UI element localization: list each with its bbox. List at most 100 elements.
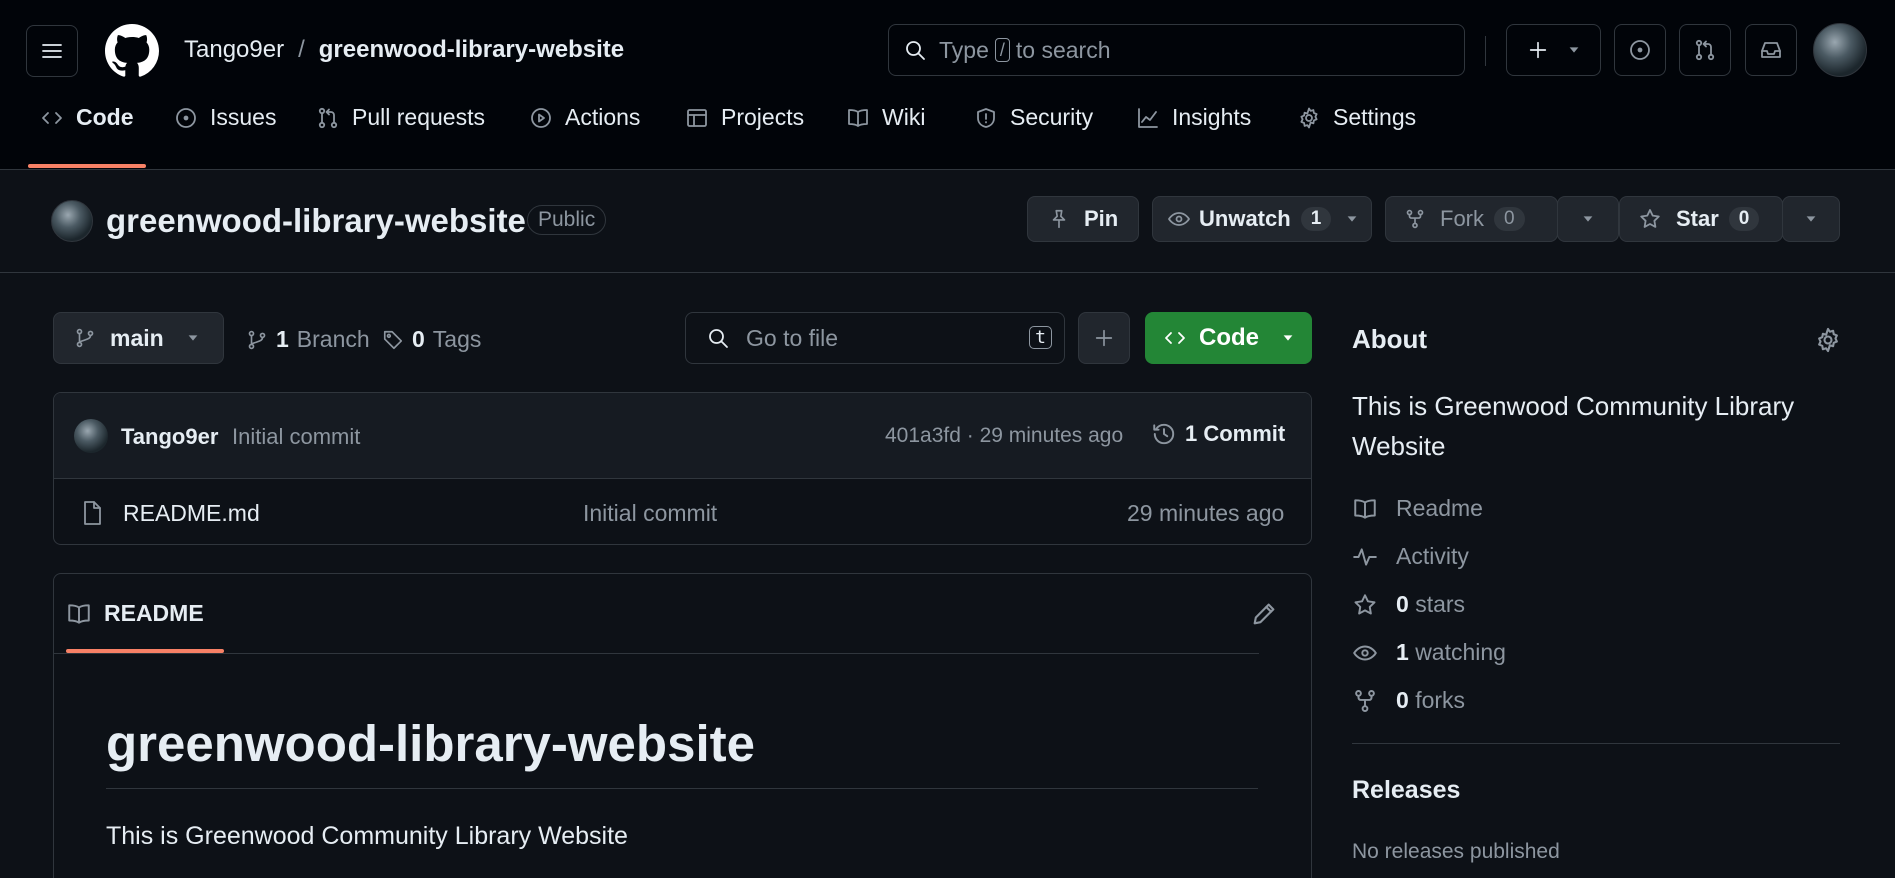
tab-wiki-label: Wiki: [882, 104, 926, 130]
star-label: Star: [1676, 206, 1719, 231]
pencil-icon[interactable]: [1250, 600, 1278, 628]
go-to-file-placeholder: Go to file: [746, 324, 839, 351]
star-count: 0: [1728, 207, 1760, 231]
search-prefix: Type: [939, 36, 989, 63]
readme-divider: [54, 653, 1259, 654]
tab-issues[interactable]: Issues: [174, 104, 276, 131]
file-list: Tango9er Initial commit 401a3fd · 29 min…: [53, 392, 1312, 545]
code-dropdown-button[interactable]: Code: [1145, 312, 1312, 364]
watching-link[interactable]: 1 watching: [1352, 639, 1506, 666]
activity-link[interactable]: Activity: [1352, 543, 1469, 570]
git-branch-icon: [76, 328, 94, 348]
watching-count: 1: [1396, 639, 1409, 665]
readme-link[interactable]: Readme: [1352, 495, 1483, 522]
search-icon: [709, 329, 728, 348]
commit-author[interactable]: Tango9er: [121, 424, 218, 450]
stars-link[interactable]: 0 stars: [1352, 591, 1465, 618]
search-input[interactable]: Type / to search: [888, 24, 1465, 76]
graph-icon: [1138, 107, 1158, 128]
tab-pull-requests-label: Pull requests: [352, 104, 485, 130]
search-suffix: to search: [1015, 36, 1111, 63]
file-commit-message[interactable]: Initial commit: [583, 500, 717, 527]
fork-button[interactable]: Fork 0: [1385, 196, 1558, 242]
create-new-button[interactable]: [1506, 24, 1601, 76]
tab-code-label: Code: [76, 104, 134, 130]
tab-pull-requests[interactable]: Pull requests: [316, 104, 485, 131]
branches-count: 1: [276, 326, 289, 352]
fork-dropdown-button[interactable]: [1557, 196, 1619, 242]
pin-icon: [1052, 209, 1066, 229]
tab-projects[interactable]: Projects: [685, 104, 804, 131]
gear-icon[interactable]: [1814, 326, 1842, 354]
readme-heading: greenwood-library-website: [106, 715, 755, 772]
book-icon: [1354, 498, 1376, 519]
book-icon: [68, 603, 90, 624]
branch-selector[interactable]: main: [53, 312, 224, 364]
unwatch-button[interactable]: Unwatch 1: [1152, 196, 1372, 242]
issue-opened-icon: [1630, 40, 1650, 60]
add-file-button[interactable]: [1078, 312, 1130, 364]
branches-link[interactable]: 1 Branch: [246, 326, 370, 353]
tab-issues-label: Issues: [210, 104, 277, 130]
releases-title[interactable]: Releases: [1352, 776, 1460, 805]
commit-message[interactable]: Initial commit: [232, 424, 360, 450]
commits-count-label: 1 Commit: [1185, 421, 1286, 446]
tab-actions[interactable]: Actions: [529, 104, 640, 131]
forks-count: 0: [1396, 687, 1409, 713]
unwatch-label: Unwatch: [1199, 206, 1291, 231]
commits-link[interactable]: 1 Commit: [1151, 421, 1285, 447]
breadcrumb-owner[interactable]: Tango9er: [184, 36, 284, 64]
book-icon: [848, 108, 868, 127]
triangle-down-icon: [1806, 216, 1816, 222]
forks-link[interactable]: 0 forks: [1352, 687, 1465, 714]
pin-button[interactable]: Pin: [1027, 196, 1139, 242]
tags-link[interactable]: 0 Tags: [382, 326, 481, 353]
tab-code[interactable]: Code: [40, 104, 134, 131]
github-logo-icon: [105, 24, 159, 77]
repo-owner-avatar[interactable]: [51, 200, 93, 242]
issues-button[interactable]: [1614, 24, 1666, 76]
commit-author-avatar[interactable]: [74, 419, 108, 453]
inbox-button[interactable]: [1745, 24, 1797, 76]
file-name[interactable]: README.md: [123, 500, 260, 527]
header-divider-line: [0, 272, 1895, 273]
git-branch-icon: [248, 330, 266, 349]
branches-label: Branch: [296, 326, 370, 352]
branch-name: main: [110, 324, 164, 351]
go-to-file-input[interactable]: Go to file t: [685, 312, 1065, 364]
star-dropdown-button[interactable]: [1782, 196, 1840, 242]
history-icon: [1153, 423, 1175, 445]
code-button-label: Code: [1199, 324, 1259, 351]
breadcrumb-repo[interactable]: greenwood-library-website: [319, 36, 624, 64]
tab-settings[interactable]: Settings: [1297, 104, 1416, 131]
breadcrumb: Tango9er / greenwood-library-website: [184, 36, 624, 64]
user-avatar[interactable]: [1813, 23, 1867, 77]
search-icon: [906, 41, 925, 60]
activity-link-label: Activity: [1396, 543, 1469, 569]
tab-insights[interactable]: Insights: [1136, 104, 1251, 131]
tab-projects-label: Projects: [721, 104, 805, 130]
star-icon: [1354, 593, 1376, 615]
releases-empty-text: No releases published: [1352, 840, 1560, 863]
triangle-down-icon: [1283, 335, 1293, 341]
repo-title[interactable]: greenwood-library-website: [106, 202, 526, 240]
eye-icon: [1168, 212, 1190, 226]
commit-hash-time[interactable]: 401a3fd · 29 minutes ago: [885, 424, 1123, 448]
tab-security-label: Security: [1010, 104, 1094, 130]
readme-heading-rule: [106, 788, 1258, 789]
readme-tab[interactable]: README: [66, 600, 204, 627]
star-button[interactable]: Star 0: [1619, 196, 1783, 242]
pull-requests-button[interactable]: [1679, 24, 1731, 76]
tab-security[interactable]: Security: [974, 104, 1093, 131]
repo-forked-icon: [1355, 689, 1375, 712]
about-title: About: [1352, 324, 1428, 354]
github-logo[interactable]: [105, 24, 159, 78]
menu-button[interactable]: [26, 25, 78, 77]
readme-link-label: Readme: [1396, 495, 1483, 521]
about-description: This is Greenwood Community Library Webs…: [1352, 391, 1795, 461]
play-icon: [531, 107, 551, 128]
readme-body: This is Greenwood Community Library Webs…: [106, 822, 628, 850]
search-shortcut-key: /: [994, 38, 1010, 62]
tab-wiki[interactable]: Wiki: [846, 104, 925, 131]
triangle-down-icon: [1583, 216, 1593, 222]
